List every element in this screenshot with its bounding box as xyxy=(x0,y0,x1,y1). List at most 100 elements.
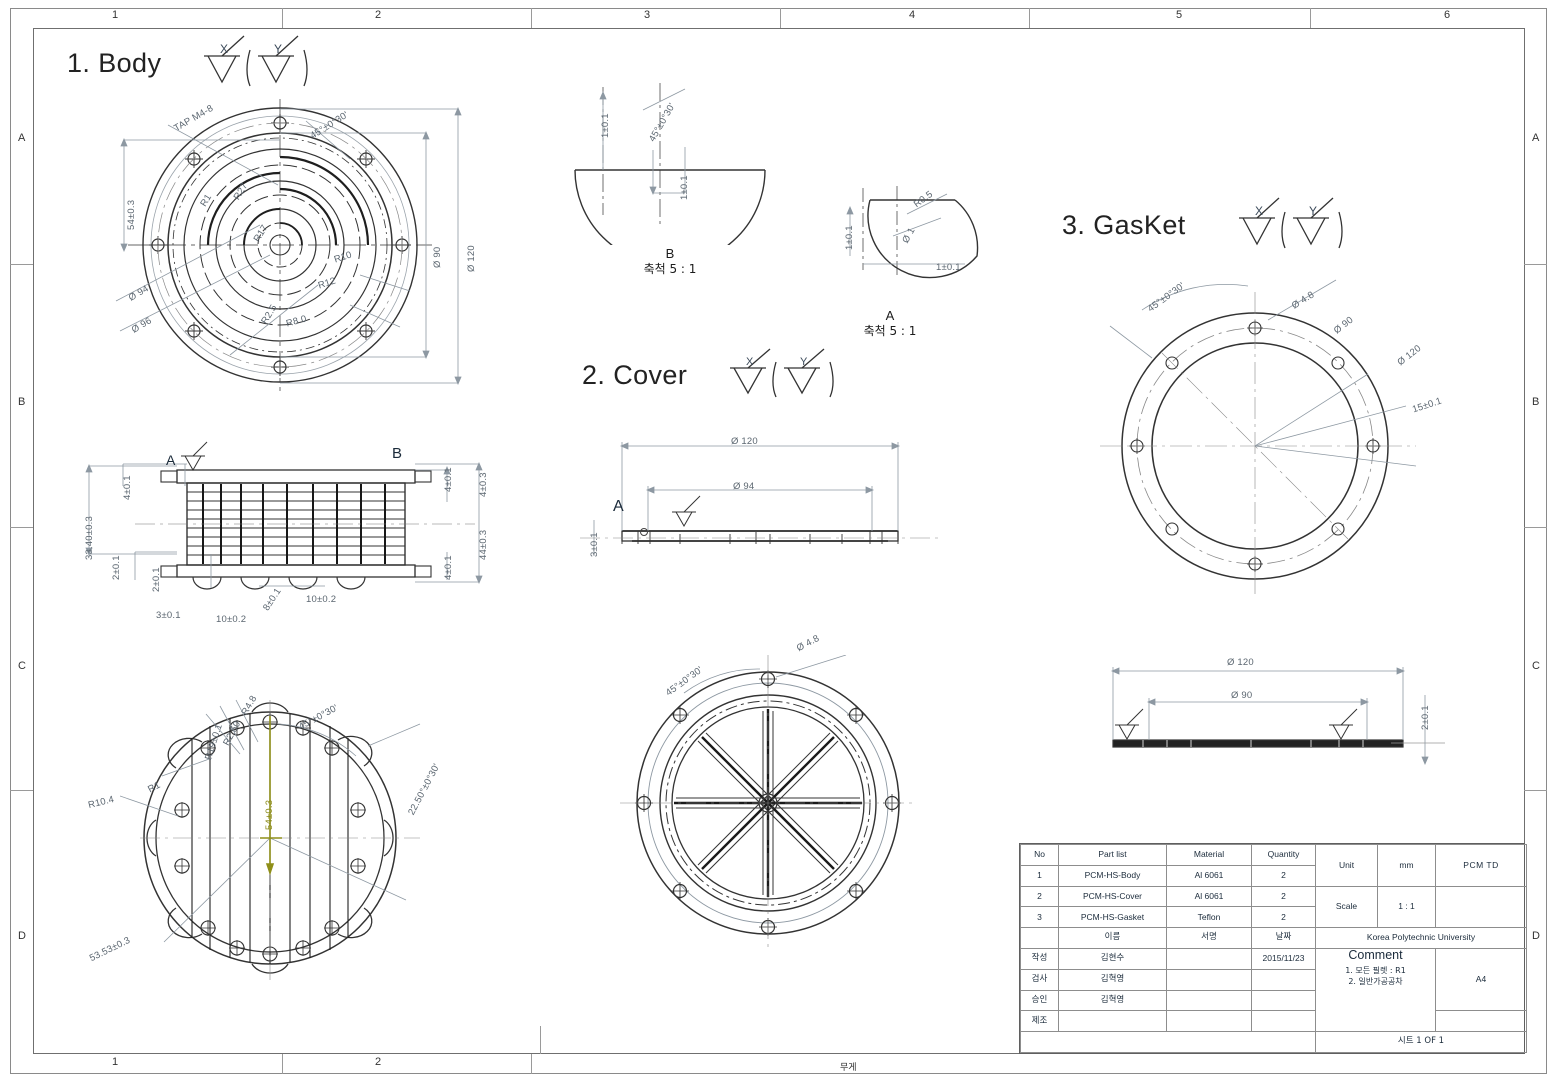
body-section-view xyxy=(85,441,483,590)
zone-label-row: B xyxy=(18,396,26,408)
sign-header-sign: 서명 xyxy=(1166,927,1252,949)
sign-name: 김혁영 xyxy=(1058,989,1167,1012)
zone-divider-bottom xyxy=(531,1054,532,1074)
svg-text:Y: Y xyxy=(800,356,808,368)
detail-b-letter: B xyxy=(665,246,675,261)
drawing-title: PCM TD xyxy=(1435,844,1527,887)
sign-role: 검사 xyxy=(1020,968,1059,991)
unit-value: mm xyxy=(1377,844,1436,887)
scale-value: 1 : 1 xyxy=(1377,885,1436,929)
detail-mark-a-cover: A xyxy=(613,498,624,515)
zone-divider-bottom xyxy=(282,1054,283,1074)
sign-date: 2015/11/23 xyxy=(1251,947,1316,970)
dimension-44: 44±0.3 xyxy=(478,529,489,560)
sign-header-blank xyxy=(1020,927,1059,949)
dimension-dia-120: Ø 120 xyxy=(466,245,477,272)
detail-b-scale-label: B 축척 5 : 1 xyxy=(620,246,720,277)
surface-finish-symbols-cover: X Y xyxy=(730,348,834,398)
svg-text:Y: Y xyxy=(274,42,282,56)
scale-label: Scale xyxy=(1315,885,1378,929)
svg-text:X: X xyxy=(1255,204,1263,218)
detail-b-scale: 축척 5 : 1 xyxy=(643,262,697,276)
zone-divider-right xyxy=(1524,264,1547,265)
comment-line: 1. 모든 필렛 : R1 xyxy=(1345,965,1406,975)
surface-finish-symbols-body: X Y xyxy=(204,35,308,87)
sign-role: 승인 xyxy=(1020,989,1059,1012)
organization: Korea Polytechnic University xyxy=(1315,927,1527,949)
gasket-top-view xyxy=(1100,279,1417,596)
zone-divider-top xyxy=(780,8,781,28)
zone-label-row: A xyxy=(18,132,26,144)
zone-label-col: 4 xyxy=(908,9,916,21)
dimension-gasket-sec-2: 2±0.1 xyxy=(1420,705,1431,730)
svg-text:X: X xyxy=(220,42,228,56)
zone-label-col: 5 xyxy=(1175,9,1183,21)
detail-view-a xyxy=(846,186,979,279)
comment-line: 2. 일반가공공차 xyxy=(1348,976,1403,986)
paper-size: A4 xyxy=(1435,947,1527,1012)
drawing-sheet: 1 2 3 4 5 6 A B C D A B C D 1 2 무게 1. Bo… xyxy=(0,0,1557,1083)
zone-divider-top xyxy=(282,8,283,28)
parts-header-part: Part list xyxy=(1058,844,1167,866)
zone-label-row: A xyxy=(1532,132,1540,144)
sign-name: 김현수 xyxy=(1058,947,1167,970)
dimension-4a: 4±0.1 xyxy=(122,475,133,500)
zone-label-col-bottom: 1 xyxy=(111,1056,119,1068)
part-row-name: PCM-HS-Cover xyxy=(1058,885,1167,908)
dimension-detail-a-1: 1±0.1 xyxy=(844,225,855,250)
zone-divider-left xyxy=(10,527,33,528)
zone-divider-right xyxy=(1524,790,1547,791)
cover-section-view xyxy=(580,442,940,556)
unit-label: Unit xyxy=(1315,844,1378,887)
dimension-dia-90: Ø 90 xyxy=(432,246,443,268)
zone-divider-right xyxy=(1524,527,1547,528)
svg-text:X: X xyxy=(746,356,754,368)
dimension-detail-a-2: 1±0.1 xyxy=(936,262,961,273)
dimension-2b: 2±0.1 xyxy=(151,567,162,592)
part-row-qty: 2 xyxy=(1251,906,1316,929)
dimension-54-bottom: 54±0.3 xyxy=(264,799,275,830)
section-heading-cover: 2. Cover xyxy=(582,360,688,390)
parts-header-quantity: Quantity xyxy=(1251,844,1316,866)
part-row-qty: 2 xyxy=(1251,885,1316,908)
sign-name: 김혁영 xyxy=(1058,968,1167,991)
zone-label-col: 1 xyxy=(111,9,119,21)
gasket-section-view xyxy=(1110,667,1445,765)
dimension-gasket-sec-dia-90: Ø 90 xyxy=(1231,690,1253,701)
zone-label-row: C xyxy=(1532,660,1540,672)
dimension-gasket-sec-dia-120: Ø 120 xyxy=(1227,657,1254,668)
comment-title: Comment xyxy=(1348,948,1403,962)
zone-divider-top xyxy=(1310,8,1311,28)
part-row-name: PCM-HS-Gasket xyxy=(1058,906,1167,929)
sign-signature xyxy=(1166,989,1252,1012)
part-row-no: 1 xyxy=(1020,864,1059,887)
dimension-4d: 4±0.3 xyxy=(478,472,489,497)
zone-label-col-bottom: 2 xyxy=(374,1056,382,1068)
detail-a-letter: A xyxy=(885,308,895,323)
part-row-name: PCM-HS-Body xyxy=(1058,864,1167,887)
zone-divider-top xyxy=(531,8,532,28)
detail-view-b xyxy=(574,83,766,245)
part-row-material: Al 6061 xyxy=(1166,885,1252,908)
dimension-10b: 10±0.2 xyxy=(306,594,337,605)
zone-label-col: 6 xyxy=(1443,9,1451,21)
cover-bottom-view xyxy=(620,655,916,951)
comment-cell: Comment 1. 모든 필렛 : R1 2. 일반가공공차 xyxy=(1315,947,1436,1033)
dimension-3: 3±0.1 xyxy=(156,610,181,621)
zone-label-row: B xyxy=(1532,396,1540,408)
zone-label-row: C xyxy=(18,660,26,672)
parts-header-no: No xyxy=(1020,844,1059,866)
zone-label-col: 3 xyxy=(643,9,651,21)
sign-signature xyxy=(1166,947,1252,970)
dimension-3340: 33.40±0.3 xyxy=(84,516,95,560)
dimension-2a: 2±0.1 xyxy=(111,555,122,580)
zone-divider-left xyxy=(10,264,33,265)
part-row-no: 2 xyxy=(1020,885,1059,908)
part-row-material: Al 6061 xyxy=(1166,864,1252,887)
part-row-qty: 2 xyxy=(1251,864,1316,887)
section-mark-a-body: A xyxy=(166,452,176,468)
zone-label-row: D xyxy=(18,930,26,942)
sign-date xyxy=(1251,989,1316,1012)
section-heading-gasket: 3. GasKet xyxy=(1062,210,1186,240)
detail-a-scale: 축척 5 : 1 xyxy=(863,324,917,338)
